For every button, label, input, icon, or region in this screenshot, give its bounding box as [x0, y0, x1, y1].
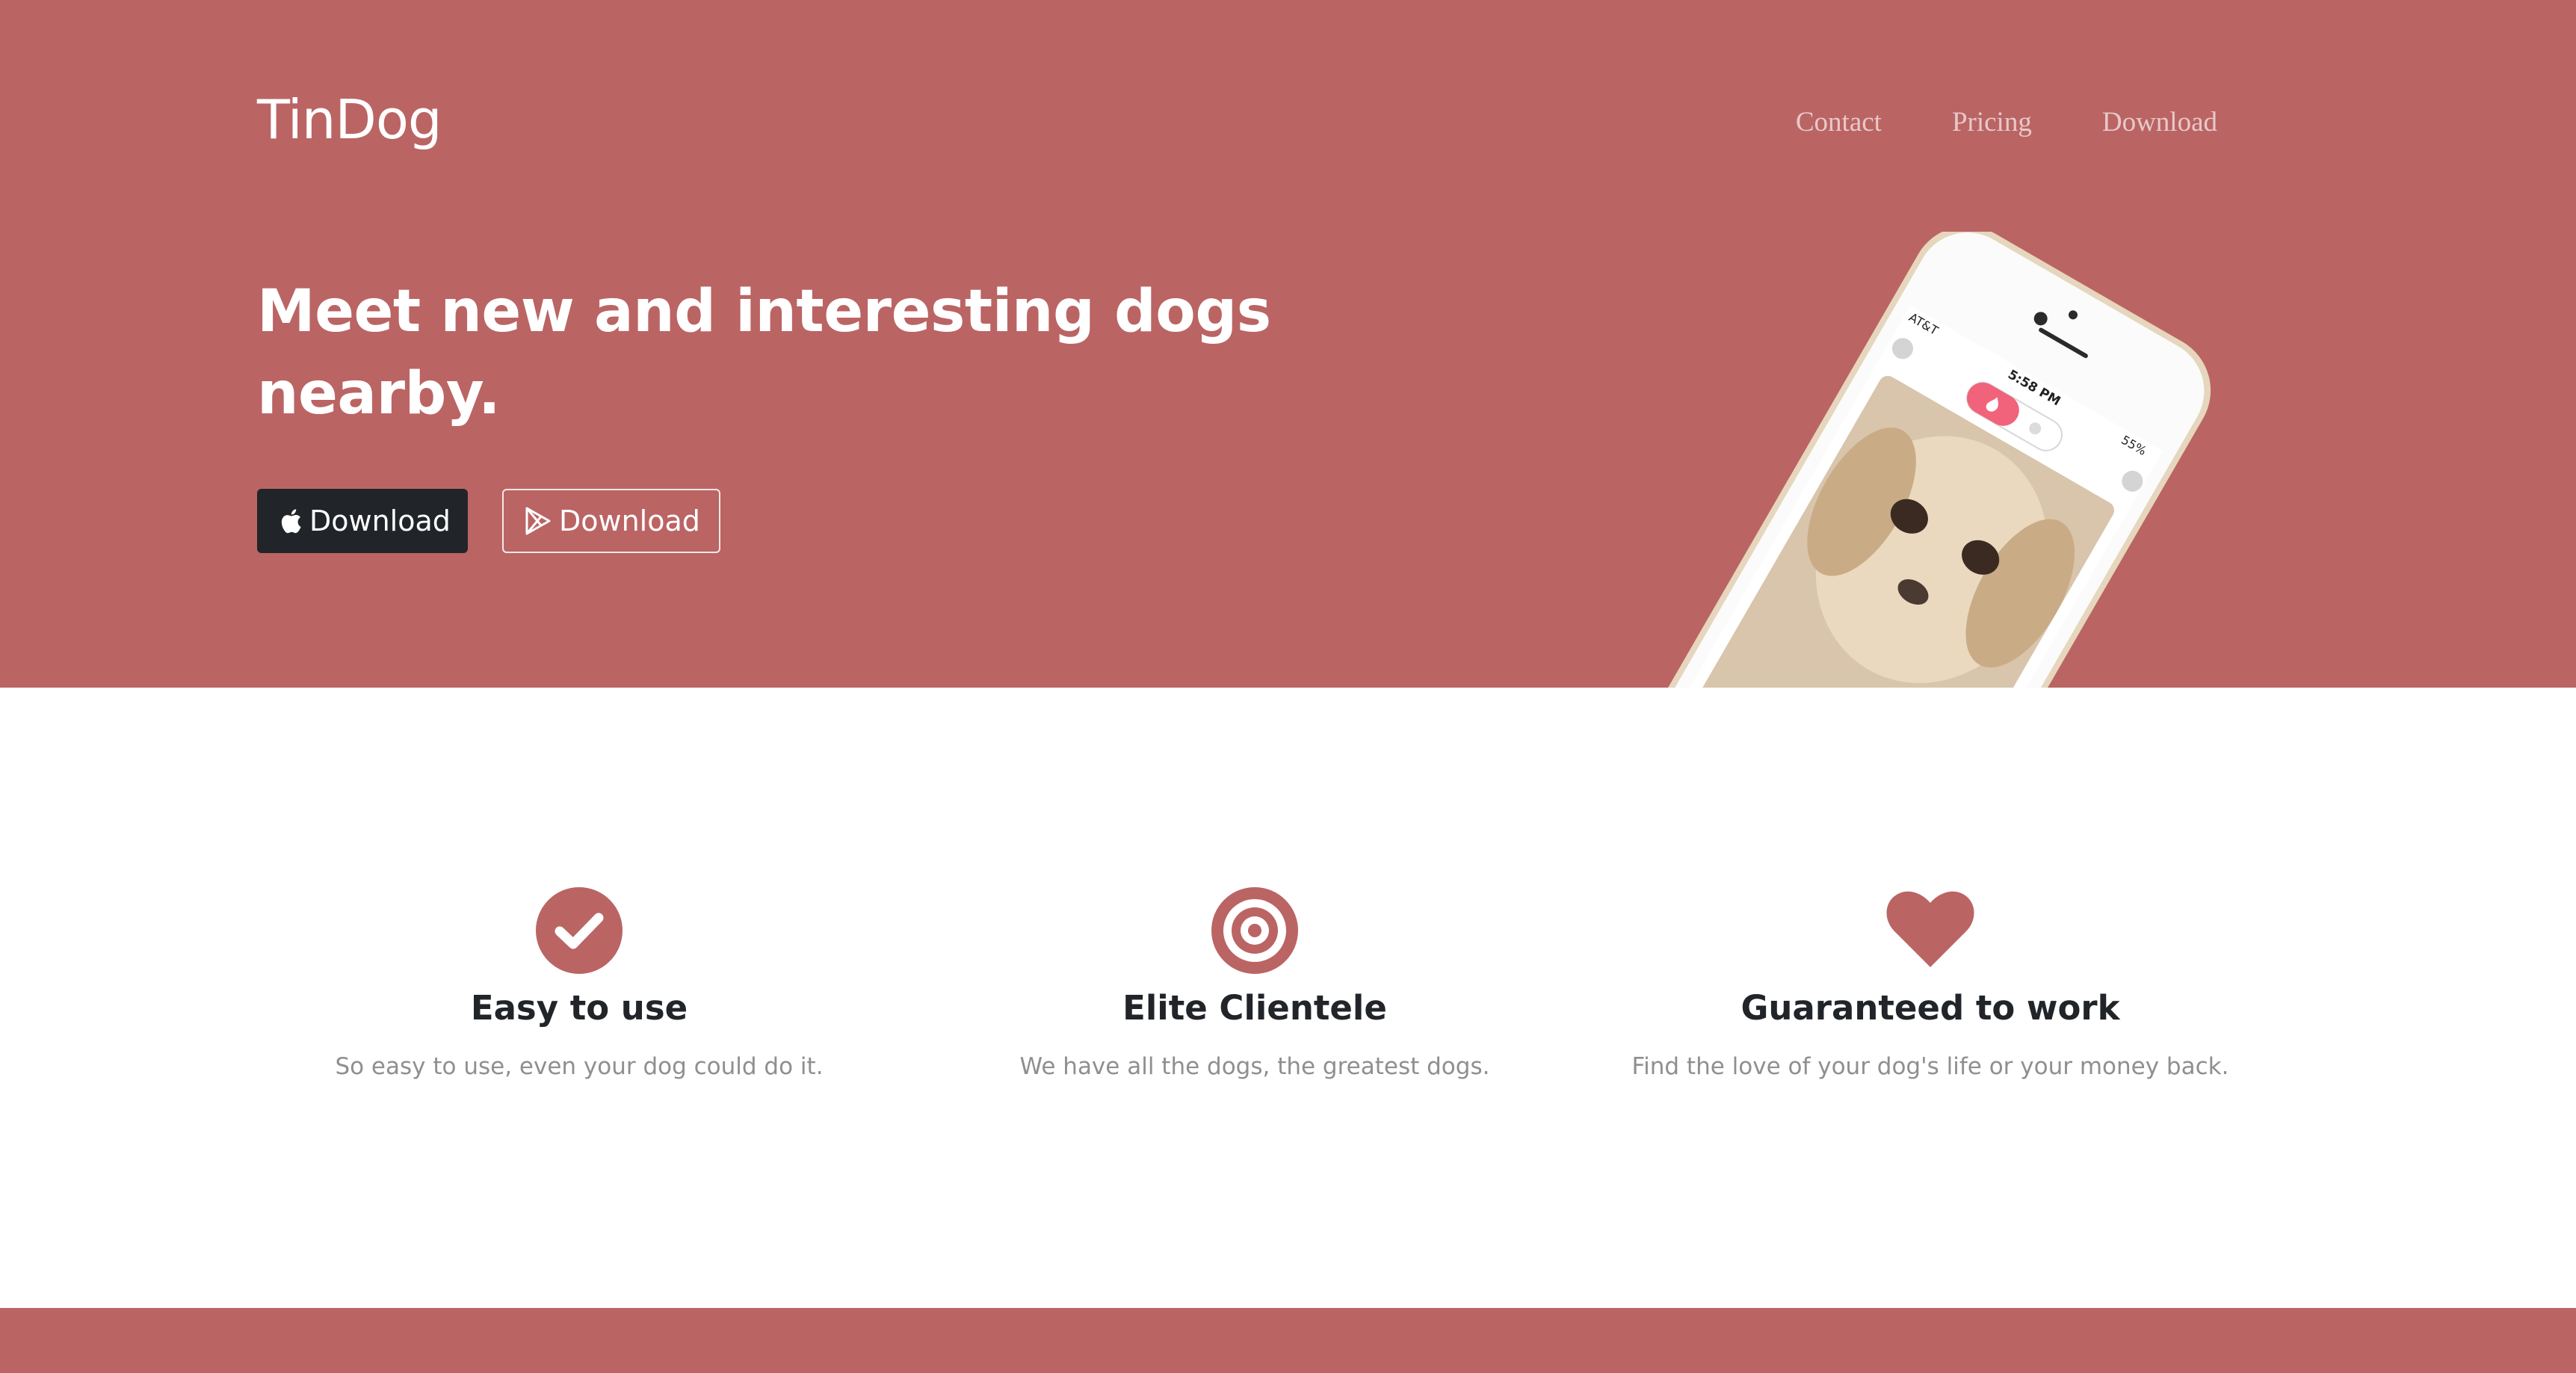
google-play-icon	[525, 507, 552, 535]
google-play-download-button[interactable]: Download	[502, 489, 720, 553]
bullseye-icon	[918, 886, 1591, 975]
heart-icon	[1594, 886, 2267, 975]
apple-download-button[interactable]: Download	[257, 489, 468, 553]
feature-title: Easy to use	[470, 988, 688, 1028]
google-play-download-label: Download	[559, 505, 700, 537]
nav-pricing-link[interactable]: Pricing	[1952, 106, 2032, 138]
title-section: TinDog Contact Pricing Download Meet new…	[0, 0, 2576, 688]
check-circle-icon	[243, 886, 915, 975]
next-section-band	[0, 1308, 2576, 1373]
feature-title: Elite Clientele	[1122, 988, 1387, 1028]
nav-contact-link[interactable]: Contact	[1796, 106, 1882, 138]
apple-download-label: Download	[309, 505, 451, 537]
apple-icon	[279, 507, 302, 534]
feature-text: We have all the dogs, the greatest dogs.	[1019, 1053, 1490, 1080]
feature-guaranteed-to-work: Guaranteed to work Find the love of your…	[1594, 886, 2267, 1080]
feature-text: So easy to use, even your dog could do i…	[335, 1053, 824, 1080]
feature-elite-clientele: Elite Clientele We have all the dogs, th…	[918, 886, 1591, 1080]
features-section: Easy to use So easy to use, even your do…	[0, 688, 2576, 1308]
nav-download-link[interactable]: Download	[2102, 106, 2217, 138]
feature-title: Guaranteed to work	[1741, 988, 2120, 1028]
feature-text: Find the love of your dog's life or your…	[1631, 1053, 2229, 1080]
feature-easy-to-use: Easy to use So easy to use, even your do…	[243, 886, 915, 1080]
top-nav: Contact Pricing Download	[1796, 106, 2217, 138]
hero-headline: Meet new and interesting dogs nearby.	[257, 278, 1271, 428]
brand-logo[interactable]: TinDog	[257, 88, 442, 151]
phone-mockup: AT&T 5:58 PM 55%	[1622, 226, 2234, 688]
